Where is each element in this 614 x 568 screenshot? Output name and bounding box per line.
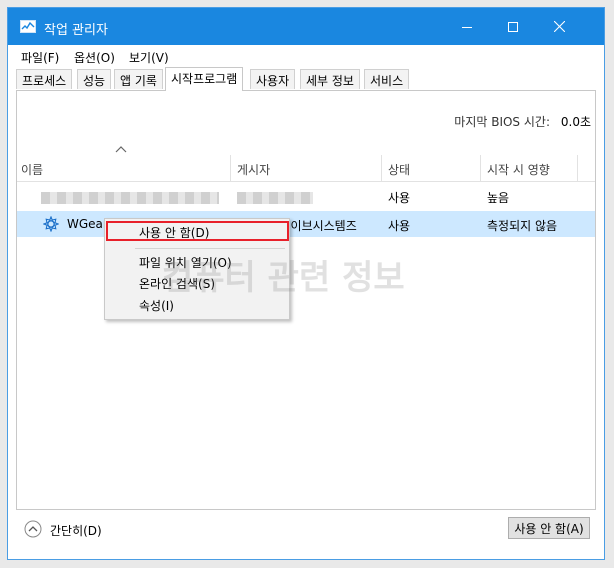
- table-row[interactable]: 사용 높음: [17, 183, 595, 209]
- fewer-details-link[interactable]: 간단히(D): [50, 522, 102, 539]
- maximize-button[interactable]: [490, 8, 536, 45]
- menu-file[interactable]: 파일(F): [21, 49, 59, 66]
- row-name: WGear: [67, 217, 108, 231]
- task-manager-icon: [20, 20, 36, 33]
- tab-processes[interactable]: 프로세스: [16, 69, 73, 89]
- column-divider[interactable]: [230, 155, 231, 181]
- bios-time-label: 마지막 BIOS 시간:: [454, 115, 550, 129]
- column-divider[interactable]: [480, 155, 481, 181]
- tab-strip: 프로세스 성능 앱 기록 시작프로그램 사용자 세부 정보 서비스: [16, 67, 596, 91]
- row-impact: 측정되지 않음: [487, 219, 558, 233]
- column-header-name[interactable]: 이름: [21, 161, 43, 178]
- redacted-name: [41, 192, 219, 204]
- startup-panel: 마지막 BIOS 시간: 0.0초 이름 게시자 상태 시작 시 영향 사용 높…: [16, 90, 596, 510]
- tab-app-history[interactable]: 앱 기록: [114, 69, 163, 89]
- disable-button[interactable]: 사용 안 함(A): [508, 517, 590, 539]
- menu-view[interactable]: 보기(V): [129, 49, 169, 66]
- row-impact: 높음: [487, 191, 510, 205]
- tab-services[interactable]: 서비스: [364, 69, 410, 89]
- watermark: 컴퓨터 관련 정보: [162, 258, 405, 298]
- minimize-icon: [462, 26, 472, 28]
- title-bar[interactable]: 작업 관리자: [8, 8, 604, 45]
- tab-performance[interactable]: 성능: [77, 69, 112, 89]
- column-header-impact[interactable]: 시작 시 영향: [487, 161, 550, 178]
- highlight-annotation: [106, 221, 289, 241]
- window-title: 작업 관리자: [44, 23, 108, 38]
- menu-options[interactable]: 옵션(O): [74, 49, 115, 66]
- tab-startup[interactable]: 시작프로그램: [165, 67, 244, 91]
- sort-ascending-icon: [115, 146, 127, 153]
- row-status: 사용: [388, 219, 411, 233]
- redacted-publisher: [237, 192, 313, 204]
- minimize-button[interactable]: [444, 8, 490, 45]
- row-status: 사용: [388, 191, 411, 205]
- close-button[interactable]: [536, 8, 582, 45]
- column-header-status[interactable]: 상태: [388, 161, 410, 178]
- menu-bar: 파일(F) 옵션(O) 보기(V): [8, 45, 604, 67]
- close-icon: [553, 21, 565, 32]
- context-item-properties[interactable]: 속성(I): [139, 297, 174, 314]
- maximize-icon: [508, 21, 518, 32]
- tab-users[interactable]: 사용자: [250, 69, 296, 89]
- collapse-up-icon[interactable]: [24, 520, 42, 538]
- wgear-icon: [43, 216, 59, 232]
- context-menu-separator: [135, 248, 285, 249]
- bios-time-value: 0.0초: [560, 115, 591, 129]
- column-divider[interactable]: [577, 155, 578, 181]
- column-header-publisher[interactable]: 게시자: [237, 161, 270, 178]
- tab-details[interactable]: 세부 정보: [300, 69, 360, 89]
- column-divider[interactable]: [381, 155, 382, 181]
- header-divider: [17, 181, 595, 182]
